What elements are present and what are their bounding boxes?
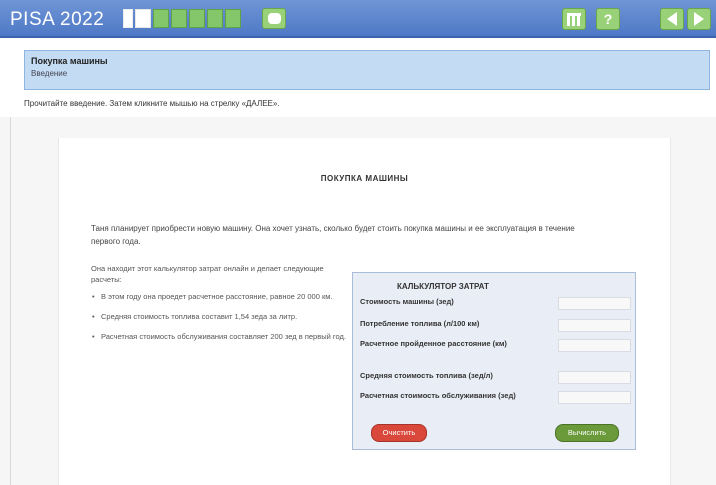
instruction-text: Прочитайте введение. Затем кликните мышь… xyxy=(24,99,280,108)
list-item: В этом году она проедет расчетное рассто… xyxy=(91,291,351,302)
progress-segment xyxy=(207,9,223,28)
calculator-button[interactable] xyxy=(562,8,586,30)
progress-segment-current xyxy=(135,9,151,28)
list-item: Средняя стоимость топлива составит 1,54 … xyxy=(91,311,351,322)
car-cost-input[interactable] xyxy=(558,297,631,310)
progress-segment xyxy=(153,9,169,28)
field-label-distance: Расчетное пройденное расстояние (км) xyxy=(360,339,507,348)
progress-segment xyxy=(171,9,187,28)
field-label-fuel-consumption: Потребление топлива (л/100 км) xyxy=(360,319,480,328)
field-label-car-cost: Стоимость машины (зед) xyxy=(360,297,454,306)
clear-button[interactable]: Очистить xyxy=(371,424,427,442)
calculator-icon xyxy=(567,12,581,26)
field-label-maintenance-cost: Расчетная стоимость обслуживания (зед) xyxy=(360,391,516,400)
calculator-title: КАЛЬКУЛЯТОР ЗАТРАТ xyxy=(397,282,489,291)
top-bar: PISA 2022 ? xyxy=(0,0,716,38)
calculate-button[interactable]: Вычислить xyxy=(555,424,619,442)
article-lead: Она находит этот калькулятор затрат онла… xyxy=(91,264,324,284)
field-label-fuel-cost: Средняя стоимость топлива (зед/л) xyxy=(360,371,493,380)
progress-segment xyxy=(189,9,205,28)
article-details: Она находит этот калькулятор затрат онла… xyxy=(91,263,351,351)
article-title: ПОКУПКА МАШИНЫ xyxy=(320,174,409,183)
maintenance-cost-input[interactable] xyxy=(558,391,631,404)
list-item: Расчетная стоимость обслуживания составл… xyxy=(91,331,351,342)
help-button[interactable]: ? xyxy=(596,8,620,30)
article-intro: Таня планирует приобрести новую машину. … xyxy=(91,224,575,246)
fuel-cost-input[interactable] xyxy=(558,371,631,384)
unit-header: Покупка машины Введение xyxy=(24,50,710,90)
back-button[interactable] xyxy=(660,8,684,30)
article-bullets: В этом году она проедет расчетное рассто… xyxy=(91,291,351,342)
app-logo: PISA 2022 xyxy=(10,9,105,30)
progress-segment xyxy=(225,9,241,28)
fuel-consumption-input[interactable] xyxy=(558,319,631,332)
next-button[interactable] xyxy=(687,8,711,30)
cost-calculator: КАЛЬКУЛЯТОР ЗАТРАТ Стоимость машины (зед… xyxy=(352,272,636,450)
chat-button[interactable] xyxy=(262,8,286,29)
unit-subtitle: Введение xyxy=(31,69,68,78)
arrow-left-icon xyxy=(667,12,677,26)
article-panel[interactable]: ПОКУПКА МАШИНЫ Таня планирует приобрести… xyxy=(58,138,671,485)
unit-title: Покупка машины xyxy=(31,56,108,66)
chat-icon xyxy=(267,13,281,24)
divider xyxy=(10,117,11,485)
arrow-right-icon xyxy=(694,12,704,26)
distance-input[interactable] xyxy=(558,339,631,352)
progress-bar xyxy=(123,9,241,28)
progress-segment-done xyxy=(123,9,133,28)
